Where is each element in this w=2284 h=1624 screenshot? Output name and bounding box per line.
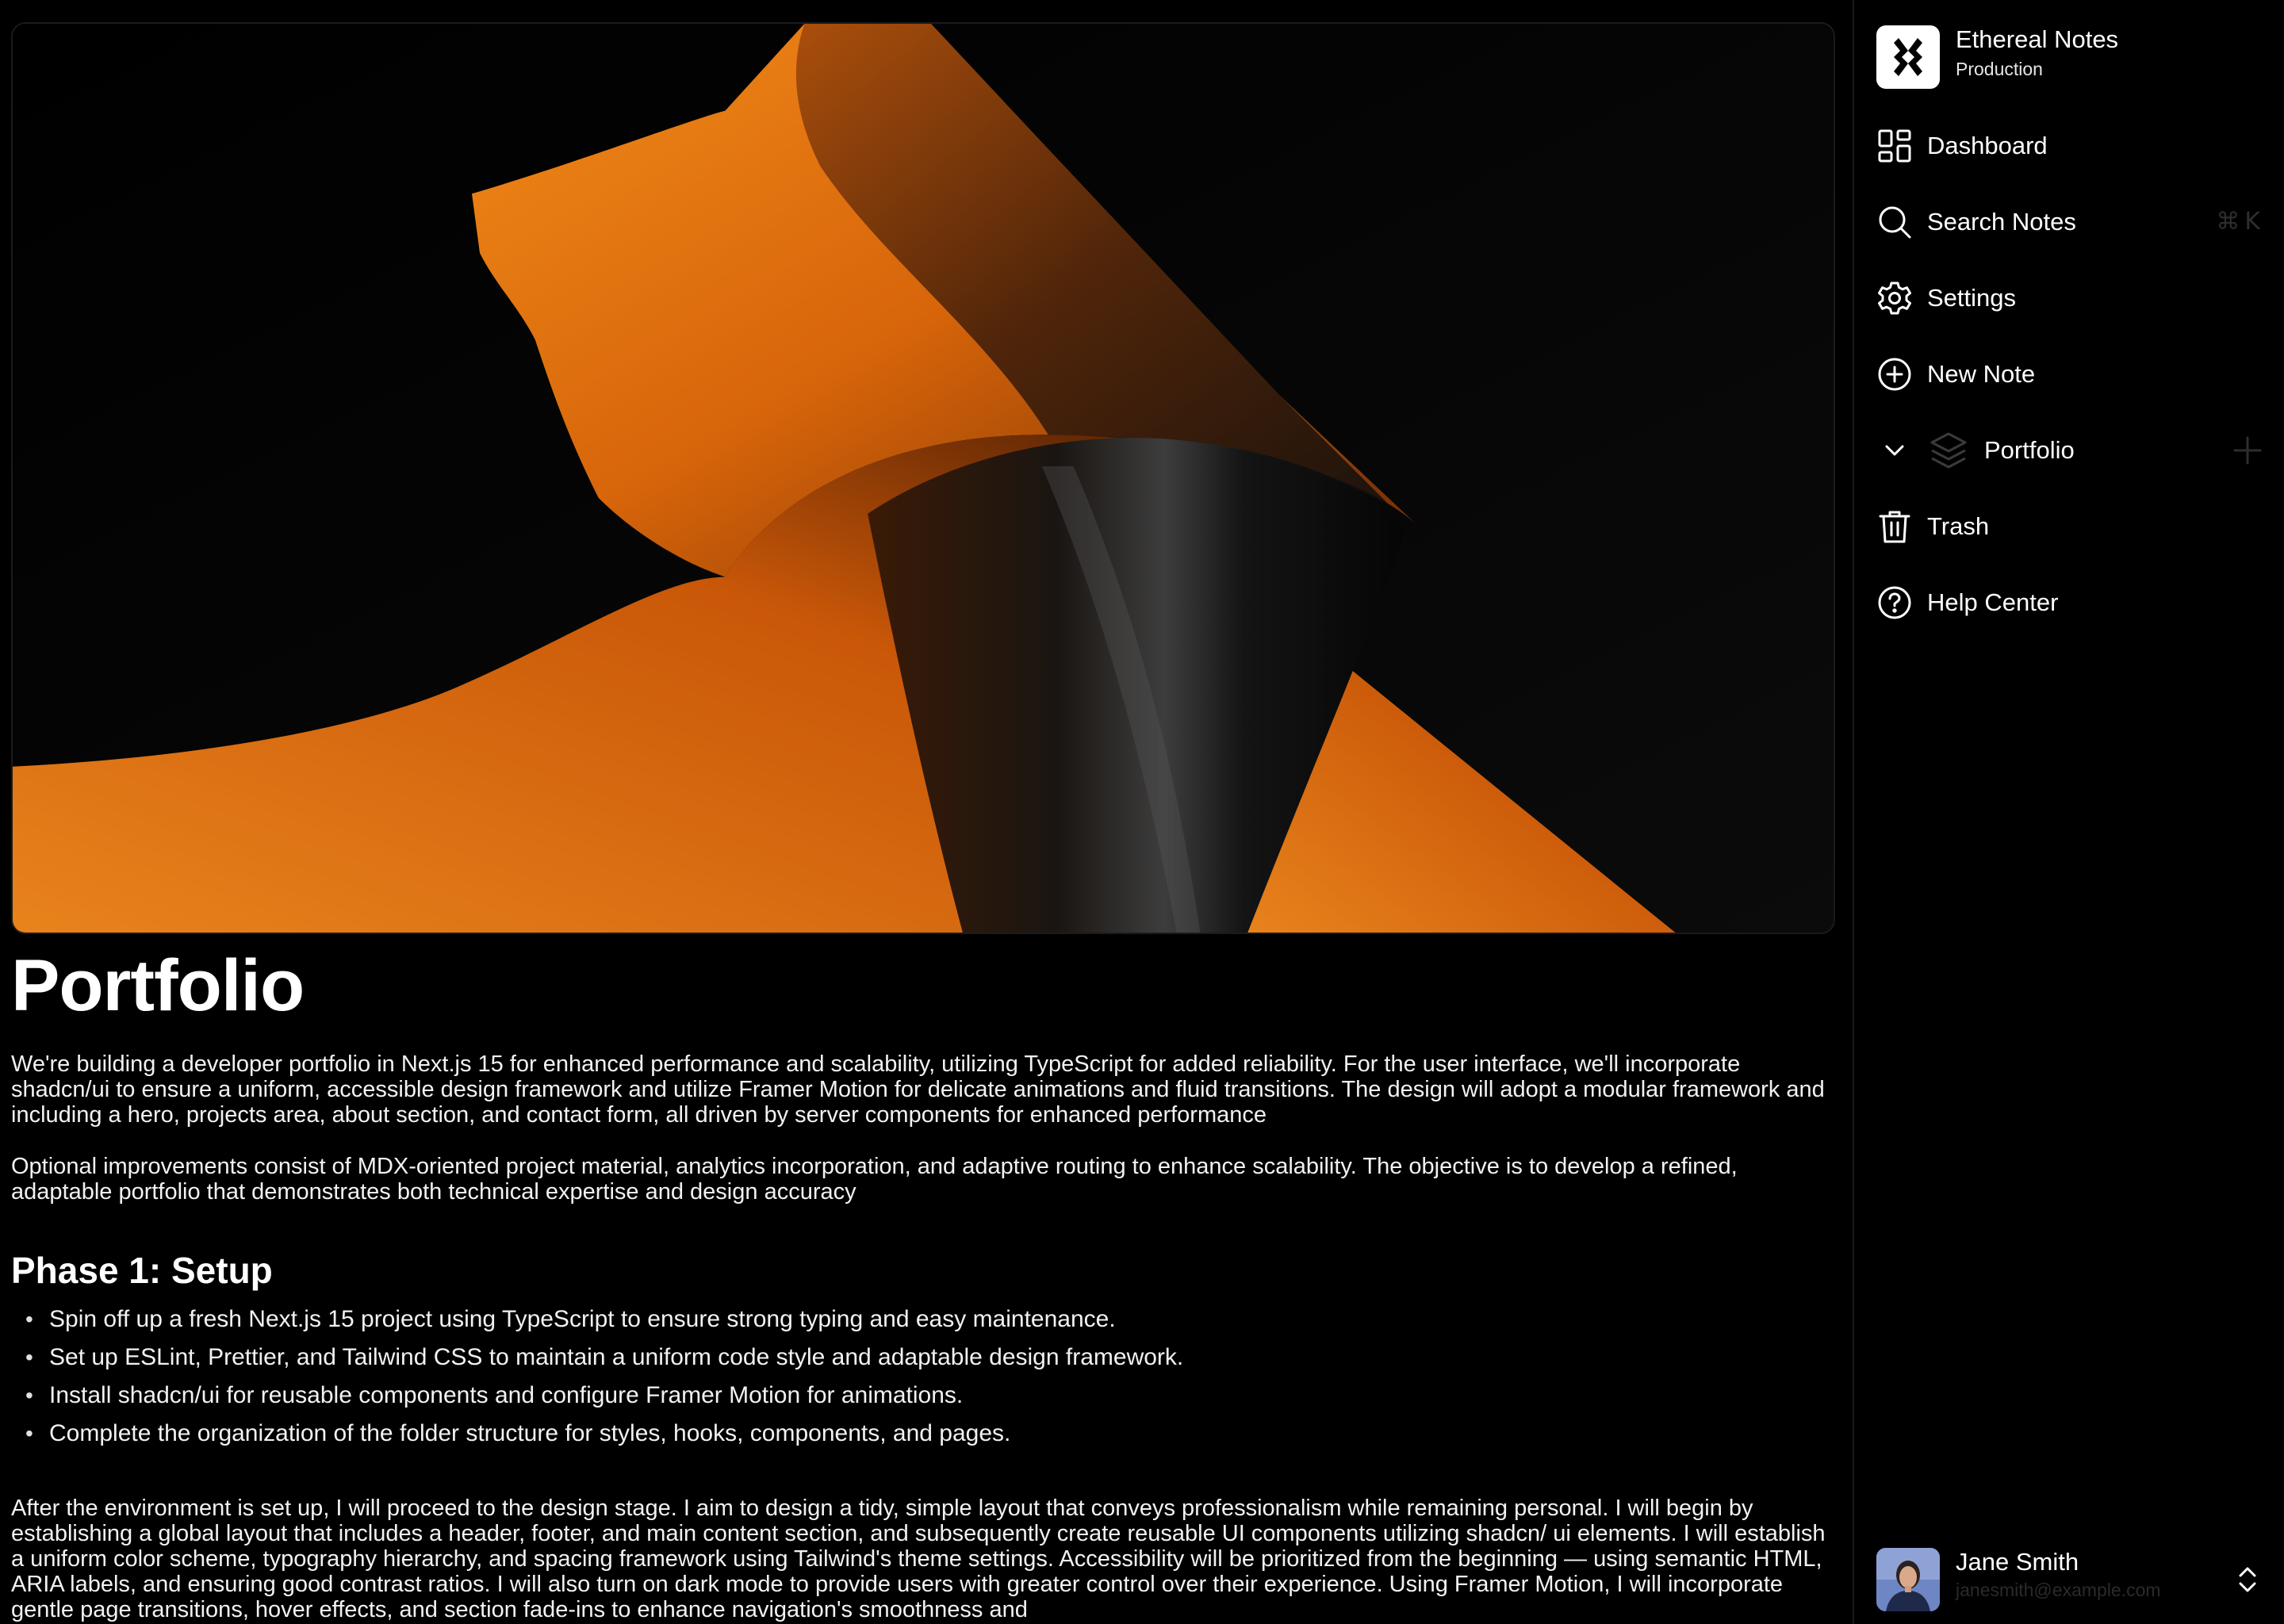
sidebar-item-label: Help Center	[1927, 588, 2059, 616]
search-icon	[1876, 204, 1913, 240]
chevrons-up-down-icon[interactable]	[2230, 1562, 2265, 1597]
dashboard-icon	[1876, 128, 1913, 164]
add-subpage-button[interactable]	[2230, 433, 2265, 468]
sidebar-item-search[interactable]: Search Notes ⌘K	[1876, 193, 2265, 251]
list-item[interactable]: • Set up ESLint, Prettier, and Tailwind C…	[11, 1339, 1835, 1377]
chevron-down-icon[interactable]	[1876, 432, 1913, 469]
note-paragraph[interactable]: Optional improvements consist of MDX-ori…	[11, 1154, 1835, 1205]
list-item[interactable]: • Spin off up a fresh Next.js 15 project …	[11, 1300, 1835, 1339]
sidebar-item-settings[interactable]: Settings	[1876, 270, 2265, 327]
list-item-text: Install shadcn/ui for reusable component…	[49, 1382, 964, 1408]
app-window: Portfolio We're building a developer por…	[0, 0, 2284, 1624]
list-item[interactable]: • Complete the organization of the folder…	[11, 1415, 1835, 1453]
layers-icon	[1927, 429, 1970, 472]
sidebar-item-trash[interactable]: Trash	[1876, 498, 2265, 555]
section-heading[interactable]: Phase 1: Setup	[11, 1247, 273, 1294]
bullet-list: • Spin off up a fresh Next.js 15 project …	[11, 1300, 1835, 1453]
note-paragraph[interactable]: We're building a developer portfolio in …	[11, 1051, 1835, 1128]
sidebar: Ethereal Notes Production Dashboard Sear…	[1853, 0, 2284, 1624]
note-title[interactable]: Portfolio	[11, 942, 305, 1029]
keyboard-shortcut: ⌘K	[2216, 208, 2265, 236]
workspace-name: Ethereal Notes	[1956, 25, 2119, 53]
bullet-dot: •	[25, 1307, 33, 1331]
trash-icon	[1876, 508, 1913, 545]
list-item[interactable]: • Install shadcn/ui for reusable componen…	[11, 1377, 1835, 1415]
workspace-logo	[1876, 25, 1940, 89]
sidebar-item-label: Dashboard	[1927, 132, 2048, 159]
abstract-orange-ribbon-illustration	[13, 24, 1834, 933]
sidebar-item-label: New Note	[1927, 360, 2036, 388]
note-editor: Portfolio We're building a developer por…	[0, 0, 1853, 1624]
workspace-switcher[interactable]: Ethereal Notes Production	[1876, 24, 2265, 90]
bullet-dot: •	[25, 1383, 33, 1408]
sidebar-item-portfolio[interactable]: Portfolio	[1876, 422, 2265, 479]
gear-icon	[1876, 280, 1913, 316]
logo-icon	[1894, 38, 1922, 76]
sidebar-item-label: Settings	[1927, 284, 2017, 312]
list-item-text: Complete the organization of the folder …	[49, 1420, 1011, 1446]
cover-image[interactable]	[11, 22, 1835, 934]
bullet-dot: •	[25, 1421, 33, 1446]
note-paragraph[interactable]: After the environment is set up, I will …	[11, 1496, 1835, 1622]
user-menu[interactable]: Jane Smith janesmith@example.com	[1876, 1546, 2265, 1613]
user-email: janesmith@example.com	[1956, 1580, 2161, 1600]
help-circle-icon	[1876, 584, 1913, 621]
bullet-dot: •	[25, 1345, 33, 1369]
avatar	[1876, 1548, 1940, 1611]
workspace-environment: Production	[1956, 59, 2043, 79]
sidebar-item-label: Portfolio	[1984, 436, 2075, 464]
sidebar-item-new-note[interactable]: New Note	[1876, 346, 2265, 403]
sidebar-item-label: Trash	[1927, 512, 1990, 540]
list-item-text: Set up ESLint, Prettier, and Tailwind CS…	[49, 1344, 1184, 1370]
sidebar-item-help-center[interactable]: Help Center	[1876, 574, 2265, 631]
plus-circle-icon	[1876, 356, 1913, 393]
user-name: Jane Smith	[1956, 1548, 2079, 1576]
list-item-text: Spin off up a fresh Next.js 15 project u…	[49, 1306, 1116, 1332]
sidebar-item-dashboard[interactable]: Dashboard	[1876, 117, 2265, 174]
sidebar-item-label: Search Notes	[1927, 208, 2076, 236]
